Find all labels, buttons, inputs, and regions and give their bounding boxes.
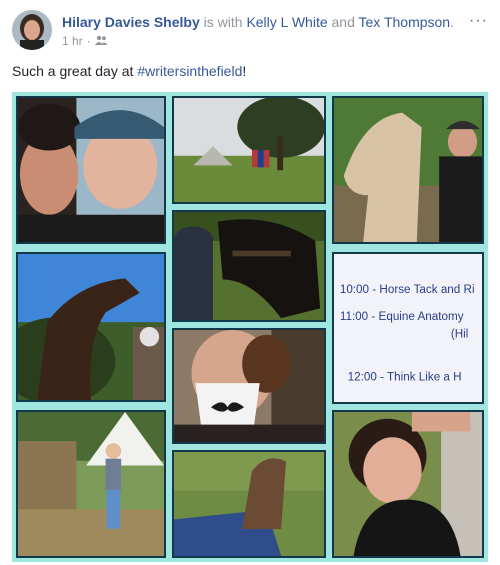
tagged-user-link-2[interactable]: Tex Thompson (359, 14, 451, 30)
post-meta: 1 hr · (62, 34, 108, 48)
hashtag-link[interactable]: #writersinthefield (137, 63, 242, 79)
post-text: Such a great day at #writersinthefield! (12, 63, 247, 79)
photo-woman-smiling-lying[interactable] (332, 410, 484, 558)
photo-mustache-cup-selfie[interactable] (172, 328, 326, 444)
photo-whiteboard-schedule[interactable]: 10:00 - Horse Tack and Ri 11:00 - Equine… (332, 252, 484, 404)
photo-camp-field[interactable] (172, 96, 326, 204)
whiteboard-line-2: 11:00 - Equine Anatomy (340, 310, 464, 323)
friends-icon[interactable] (94, 34, 108, 48)
more-options-icon[interactable]: ··· (469, 12, 488, 30)
photo-collage: 10:00 - Horse Tack and Ri 11:00 - Equine… (12, 92, 488, 562)
author-name-link[interactable]: Hilary Davies Shelby (62, 14, 200, 30)
whiteboard-line-1: 10:00 - Horse Tack and Ri (340, 283, 475, 296)
photo-woman-black-horse[interactable] (172, 210, 326, 322)
photo-woman-palomino-horse[interactable] (332, 96, 484, 244)
is-with-text: is with (203, 14, 243, 30)
photo-boot-grass[interactable] (172, 450, 326, 558)
photo-selfie-two-women[interactable] (16, 96, 166, 244)
post-header: Hilary Davies Shelby is with Kelly L Whi… (62, 14, 454, 30)
post-timestamp[interactable]: 1 hr (62, 34, 83, 48)
photo-horse-rearing[interactable] (16, 252, 166, 402)
whiteboard-line-3: 12:00 - Think Like a H (348, 371, 462, 384)
photo-child-tipi[interactable] (16, 410, 166, 558)
meta-separator: · (86, 34, 91, 48)
facebook-post: Hilary Davies Shelby is with Kelly L Whi… (0, 0, 500, 565)
whiteboard-line-2b: (Hil (451, 328, 469, 341)
tagged-user-link-1[interactable]: Kelly L White (246, 14, 327, 30)
author-avatar[interactable] (12, 10, 52, 50)
and-text: and (331, 14, 355, 30)
